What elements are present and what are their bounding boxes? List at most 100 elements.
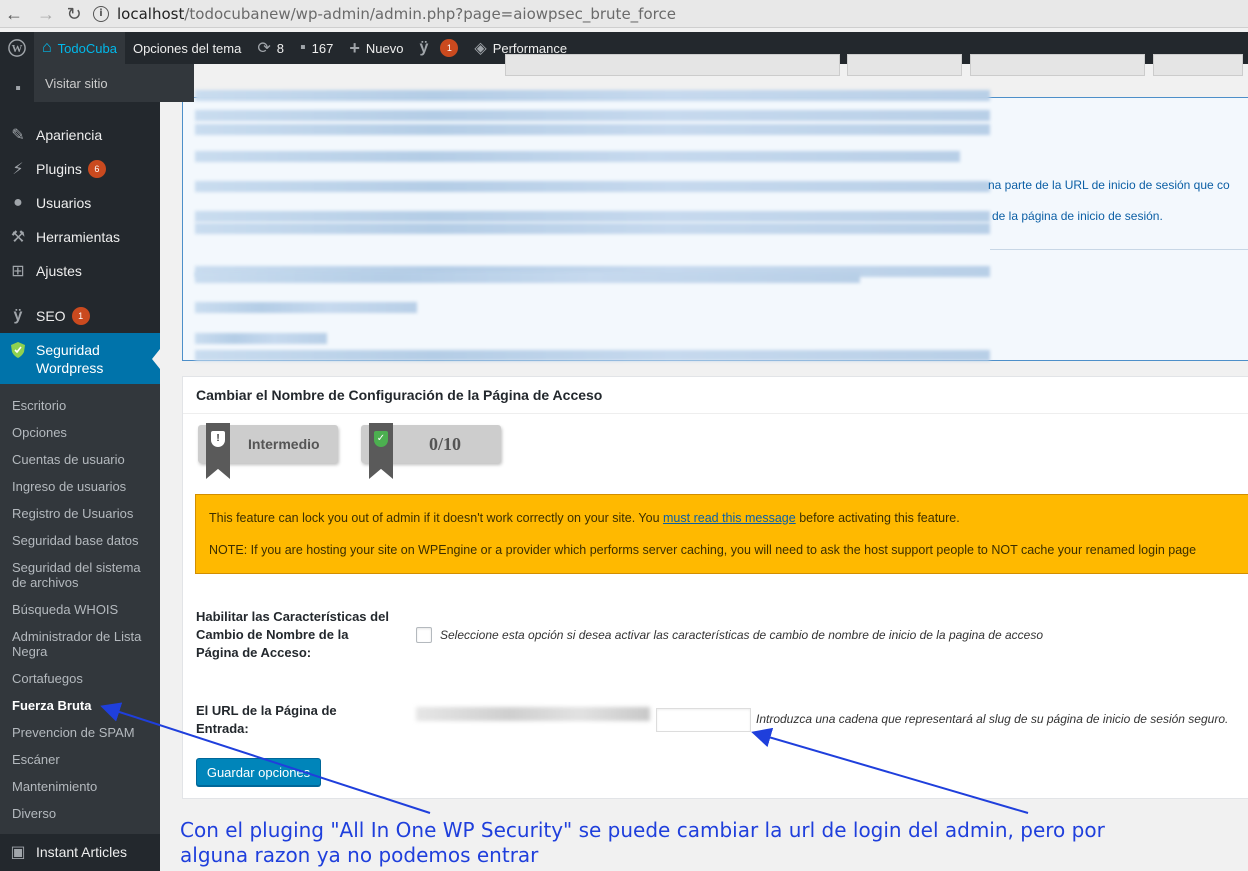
yoast-icon: ÿ [419, 39, 429, 56]
submenu-item-cuentas[interactable]: Cuentas de usuario [12, 452, 152, 467]
sidebar-item-label: Usuarios [36, 195, 92, 211]
info-text-line: de la página de inicio de sesión. [992, 209, 1163, 223]
main-content: na parte de la URL de inicio de sesión q… [160, 54, 1248, 871]
blurred-text [195, 110, 990, 121]
blurred-text [195, 272, 860, 283]
submenu-item-whois[interactable]: Búsqueda WHOIS [12, 602, 152, 617]
security-submenu: Escritorio Opciones Cuentas de usuario I… [0, 384, 160, 834]
warning-text: This feature can lock you out of admin i… [209, 511, 960, 525]
admin-sidebar: ▪ ✎ Apariencia ⚡ Plugins 6 ● Usuarios ⚒ … [0, 64, 160, 871]
site-name-menu[interactable]: ⌂ TodoCuba [34, 32, 125, 64]
wordpress-logo-icon[interactable]: W [0, 32, 34, 64]
site-name: TodoCuba [57, 40, 117, 56]
blurred-site-url [416, 707, 650, 721]
yoast-icon: ÿ [13, 307, 23, 324]
blurred-text [195, 90, 990, 101]
forward-icon[interactable]: → [34, 2, 58, 26]
warning-shield-icon: ! [211, 431, 225, 447]
warning-notice: This feature can lock you out of admin i… [195, 494, 1248, 574]
submenu-item-sistema-archivos[interactable]: Seguridad del sistema de archivos [12, 560, 147, 590]
sidebar-item-label: SEO [36, 308, 66, 324]
warning-note: NOTE: If you are hosting your site on WP… [209, 543, 1197, 557]
nav-tab[interactable] [970, 54, 1145, 76]
warning-text-start: This feature can lock you out of admin i… [209, 511, 664, 525]
nav-tab[interactable] [847, 54, 962, 76]
sidebar-item-appearance[interactable]: ✎ Apariencia [0, 122, 160, 148]
submenu-item-opciones[interactable]: Opciones [12, 425, 152, 440]
sidebar-item-label: Instant Articles [36, 844, 128, 860]
submenu-item-fuerza-bruta[interactable]: Fuerza Bruta [12, 698, 152, 713]
sidebar-item-users[interactable]: ● Usuarios [0, 190, 160, 216]
theme-options-label: Opciones del tema [132, 40, 242, 56]
login-url-label: El URL de la Página de Entrada: [196, 703, 337, 736]
blurred-text [195, 350, 990, 361]
nav-tab[interactable] [1153, 54, 1243, 76]
enable-rename-checkbox[interactable] [416, 627, 432, 643]
theme-options-link[interactable]: Opciones del tema [125, 32, 249, 64]
sidebar-item-tools[interactable]: ⚒ Herramientas [0, 224, 160, 250]
address-bar[interactable]: i localhost/todocubanew/wp-admin/admin.p… [93, 2, 1243, 26]
current-menu-arrow [152, 349, 160, 369]
sidebar-item-label: Apariencia [36, 127, 103, 143]
home-icon: ⌂ [42, 39, 52, 56]
security-score: 0/10 [429, 433, 462, 454]
ribbon-icon: ✓ [369, 423, 393, 479]
comments-icon: ▪ [15, 80, 21, 97]
updates-link[interactable]: ⟳ 8 [249, 32, 292, 64]
annotation-line: Con el pluging "All In One WP Security" … [180, 818, 1105, 842]
submenu-item-spam[interactable]: Prevencion de SPAM [12, 725, 152, 740]
submenu-item-diverso[interactable]: Diverso [12, 806, 152, 821]
annotation-text: Con el pluging "All In One WP Security" … [180, 818, 1240, 868]
plugins-badge: 6 [87, 160, 106, 178]
new-content-menu[interactable]: + Nuevo [341, 32, 411, 64]
url-host: localhost [117, 5, 185, 23]
paintbrush-icon: ✎ [11, 127, 25, 144]
blurred-text [195, 223, 990, 234]
submenu-item-cortafuegos[interactable]: Cortafuegos [12, 671, 152, 686]
yoast-menu[interactable]: ÿ 1 [411, 32, 466, 64]
sidebar-item-instant-articles[interactable]: ▣ Instant Articles [0, 839, 160, 865]
sidebar-item-label: Plugins [36, 161, 82, 177]
info-box: na parte de la URL de inicio de sesión q… [182, 90, 1248, 361]
sidebar-item-security[interactable]: Seguridad Wordpress [0, 333, 160, 384]
blurred-text [195, 333, 327, 344]
visit-site-dropdown[interactable]: Visitar sitio [34, 64, 194, 102]
blurred-text [195, 151, 960, 162]
reload-icon[interactable]: ↻ [62, 2, 86, 26]
visit-site-link[interactable]: Visitar sitio [45, 76, 108, 91]
blurred-text [195, 211, 990, 222]
blurred-text [195, 124, 990, 135]
plugin-icon: ⚡ [12, 161, 24, 178]
facebook-icon: ▣ [10, 844, 26, 861]
login-url-description: Introduzca una cadena que representará a… [756, 712, 1229, 726]
must-read-link[interactable]: must read this message [663, 511, 796, 525]
wrench-icon: ⚒ [10, 229, 26, 246]
info-text-line: na parte de la URL de inicio de sesión q… [988, 178, 1230, 192]
divider [990, 249, 1248, 250]
sidebar-item-settings[interactable]: ⊞ Ajustes [0, 258, 160, 284]
security-score-badge: ✓ 0/10 [361, 423, 501, 479]
info-icon[interactable]: i [93, 6, 109, 22]
submenu-item-escaner[interactable]: Escáner [12, 752, 152, 767]
back-icon[interactable]: ← [2, 2, 26, 26]
sidebar-item-seo[interactable]: ÿ SEO 1 [0, 303, 160, 329]
submenu-item-base-datos[interactable]: Seguridad base datos [12, 533, 152, 548]
submenu-item-lista-negra[interactable]: Administrador de Lista Negra [12, 629, 152, 659]
submenu-item-escritorio[interactable]: Escritorio [12, 398, 152, 413]
sidebar-item-plugins[interactable]: ⚡ Plugins 6 [0, 156, 160, 182]
settings-icon: ⊞ [11, 263, 25, 280]
blurred-text [195, 302, 417, 313]
submenu-item-ingreso[interactable]: Ingreso de usuarios [12, 479, 152, 494]
updates-count: 8 [276, 40, 284, 56]
nav-tab[interactable] [505, 54, 840, 76]
submenu-item-registro[interactable]: Registro de Usuarios [12, 506, 152, 521]
save-options-button[interactable]: Guardar opciones [196, 758, 321, 786]
comments-count: 167 [311, 40, 334, 56]
comment-icon: ▪ [300, 39, 306, 56]
submenu-item-mantenimiento[interactable]: Mantenimiento [12, 779, 152, 794]
blurred-text [195, 181, 990, 192]
comments-link[interactable]: ▪ 167 [292, 32, 341, 64]
new-label: Nuevo [365, 40, 404, 56]
enable-feature-label: Habilitar las Características del Cambio… [196, 609, 389, 660]
login-slug-input[interactable] [656, 708, 751, 732]
